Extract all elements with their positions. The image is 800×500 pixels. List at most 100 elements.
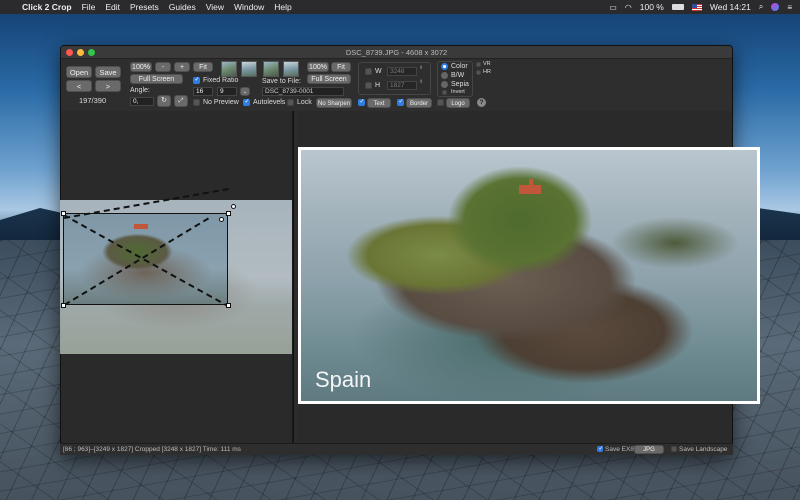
image-thumbnail-2[interactable] [241, 61, 257, 77]
bw-radio[interactable] [441, 72, 448, 79]
angle-input[interactable]: 0, [130, 97, 154, 106]
lock-label: Lock [297, 99, 312, 106]
wifi-icon[interactable]: ◠ [625, 3, 632, 12]
no-preview-checkbox[interactable] [193, 99, 200, 106]
menu-app-name[interactable]: Click 2 Crop [22, 2, 72, 12]
previous-image-button[interactable]: < [66, 80, 92, 92]
zoom-fit-button[interactable]: Fit [193, 62, 213, 72]
menu-bar: Click 2 Crop File Edit Presets Guides Vi… [0, 0, 800, 14]
save-button[interactable]: Save [95, 66, 121, 78]
color-radio[interactable] [441, 63, 448, 70]
width-label: W [375, 68, 382, 75]
menu-help[interactable]: Help [274, 2, 291, 12]
control-center-icon[interactable]: ≡ [787, 3, 792, 12]
close-window-button[interactable] [66, 49, 73, 56]
next-image-button[interactable]: > [95, 80, 121, 92]
preview-image: Spain [301, 150, 757, 401]
sepia-radio[interactable] [441, 81, 448, 88]
filename-input[interactable]: DSC_8739-0001 [262, 87, 344, 96]
no-preview-label: No Preview [203, 99, 239, 106]
menu-presets[interactable]: Presets [130, 2, 159, 12]
ratio-height-input[interactable]: 9 [217, 87, 237, 96]
zoom-out-button[interactable]: - [155, 62, 171, 72]
siri-icon[interactable] [771, 3, 780, 11]
airplay-icon[interactable]: ▭ [609, 3, 617, 12]
preview-fit-button[interactable]: Fit [331, 62, 351, 72]
menu-view[interactable]: View [206, 2, 224, 12]
toolbar: Open Save < > 197/390 100% - + Fit Full … [61, 59, 732, 111]
save-to-file-label: Save to File: [262, 78, 301, 85]
image-thumbnail-4[interactable] [283, 61, 299, 77]
fixed-ratio-label: Fixed Ratio [203, 77, 239, 84]
autolevels-checkbox[interactable] [243, 98, 250, 106]
search-icon[interactable]: ⌕ [759, 2, 763, 12]
fit-crop-button[interactable]: ⤢ [174, 95, 188, 107]
title-bar: DSC_8739.JPG - 4608 x 3072 [61, 46, 732, 59]
autolevels-label: Autolevels [253, 99, 286, 106]
height-label: H [375, 82, 381, 89]
window-title: DSC_8739.JPG - 4608 x 3072 [345, 47, 448, 57]
minimize-window-button[interactable] [77, 49, 84, 56]
border-button[interactable]: Border [406, 98, 432, 108]
height-checkbox[interactable] [365, 82, 372, 89]
church-marker [134, 224, 148, 229]
crop-rotate-handle[interactable] [219, 217, 224, 222]
zoom-100-button[interactable]: 100% [130, 62, 152, 72]
bw-label: B/W [451, 72, 465, 79]
hr-checkbox[interactable] [476, 70, 481, 75]
battery-percent: 100 % [639, 2, 664, 12]
menu-window[interactable]: Window [234, 2, 264, 12]
width-input[interactable]: 3248 [387, 67, 417, 76]
logo-button[interactable]: Logo [446, 98, 470, 108]
angle-label: Angle: [130, 87, 150, 94]
border-checkbox[interactable] [397, 98, 404, 106]
crop-handle-bottom-left[interactable] [61, 303, 66, 308]
menu-guides[interactable]: Guides [169, 2, 196, 12]
no-sharpen-button[interactable]: No Sharpen [316, 98, 352, 108]
crop-handle-top-left[interactable] [61, 211, 66, 216]
crop-handle-top-right[interactable] [226, 211, 231, 216]
us-flag-icon[interactable] [691, 3, 702, 11]
height-input[interactable]: 1827 [387, 81, 417, 90]
invert-checkbox[interactable] [442, 90, 447, 95]
width-checkbox[interactable] [365, 68, 372, 75]
pane-divider[interactable] [293, 111, 294, 444]
church-building [519, 179, 541, 194]
width-stepper[interactable]: ⬍ [419, 65, 423, 71]
lock-checkbox[interactable] [287, 99, 294, 106]
text-checkbox[interactable] [358, 98, 365, 106]
preview-zoom-100-button[interactable]: 100% [307, 62, 329, 72]
format-dropdown[interactable]: JPG [634, 445, 664, 454]
text-button[interactable]: Text [367, 98, 391, 108]
image-counter: 197/390 [79, 96, 107, 105]
invert-label: Invert [451, 89, 465, 95]
vr-label: VR [483, 61, 491, 67]
zoom-window-button[interactable] [88, 49, 95, 56]
crop-rotate-handle-outer[interactable] [231, 204, 236, 209]
save-landscape-label: Save Landscape [679, 446, 728, 453]
rotate-button[interactable]: ↻ [157, 95, 171, 107]
preview-full-screen-button[interactable]: Full Screen [307, 74, 351, 84]
vr-checkbox[interactable] [476, 62, 481, 67]
full-screen-button[interactable]: Full Screen [130, 74, 183, 84]
zoom-in-button[interactable]: + [174, 62, 190, 72]
menu-file[interactable]: File [82, 2, 96, 12]
hr-label: HR [483, 69, 491, 75]
menu-edit[interactable]: Edit [105, 2, 120, 12]
ratio-width-input[interactable]: 16 [193, 87, 213, 96]
ratio-dropdown[interactable]: ⌄ [240, 87, 250, 96]
height-stepper[interactable]: ⬍ [419, 79, 423, 85]
crop-handle-bottom-right[interactable] [226, 303, 231, 308]
fixed-ratio-checkbox[interactable] [193, 76, 200, 84]
cropped-preview[interactable]: Spain [298, 147, 760, 404]
menu-clock[interactable]: Wed 14:21 [710, 2, 751, 12]
watermark-text: Spain [315, 367, 372, 392]
battery-icon[interactable] [671, 4, 684, 10]
save-landscape-checkbox[interactable] [671, 446, 677, 452]
open-button[interactable]: Open [66, 66, 92, 78]
image-thumbnail-1[interactable] [221, 61, 237, 77]
image-thumbnail-3[interactable] [263, 61, 279, 77]
logo-checkbox[interactable] [437, 99, 444, 106]
help-button[interactable]: ? [477, 98, 486, 107]
save-exif-checkbox[interactable] [597, 445, 604, 452]
